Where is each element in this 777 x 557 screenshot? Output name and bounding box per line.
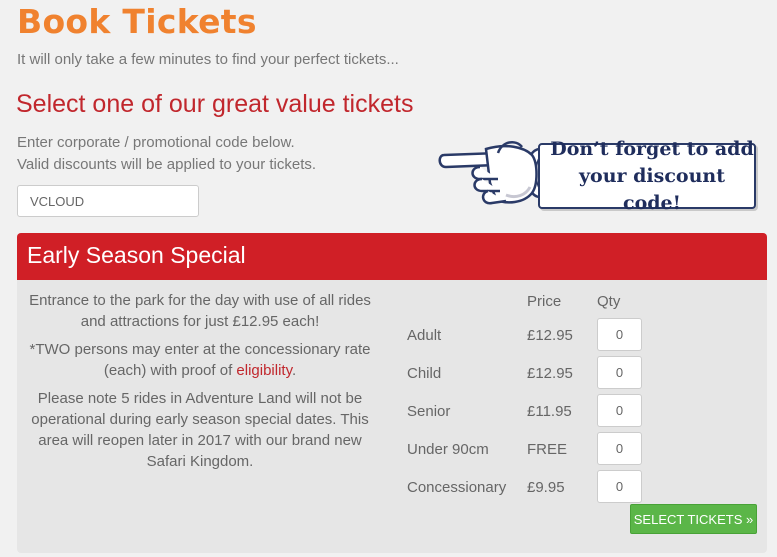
ticket-price: £12.95 bbox=[527, 365, 573, 382]
ticket-type-label: Senior bbox=[407, 403, 451, 420]
ticket-panel-title: Early Season Special bbox=[17, 233, 767, 280]
ticket-row: Adult £12.95 bbox=[407, 318, 657, 356]
ticket-price: £12.95 bbox=[527, 327, 573, 344]
qty-input[interactable] bbox=[597, 470, 642, 503]
ticket-price: FREE bbox=[527, 441, 568, 458]
page-title: Book Tickets bbox=[17, 2, 257, 41]
promo-help-line: Valid discounts will be applied to your … bbox=[17, 156, 317, 173]
ticket-row: Child £12.95 bbox=[407, 356, 657, 394]
description-text: . bbox=[291, 362, 297, 379]
ticket-type-label: Under 90cm bbox=[407, 441, 489, 458]
ticket-description: Entrance to the park for the day with us… bbox=[23, 290, 377, 479]
ticket-row: Concessionary £9.95 bbox=[407, 470, 657, 508]
description-paragraph: Entrance to the park for the day with us… bbox=[29, 292, 371, 330]
promo-help-text: Enter corporate / promotional code below… bbox=[17, 132, 316, 176]
promo-code-input[interactable] bbox=[17, 185, 199, 217]
discount-callout: Don’t forget to add your discount code! bbox=[436, 133, 766, 223]
ticket-panel: Early Season Special Entrance to the par… bbox=[17, 233, 767, 553]
qty-input[interactable] bbox=[597, 432, 642, 465]
qty-input[interactable] bbox=[597, 394, 642, 427]
ticket-type-label: Concessionary bbox=[407, 479, 507, 496]
discount-callout-box: Don’t forget to add your discount code! bbox=[538, 138, 756, 214]
ticket-row: Senior £11.95 bbox=[407, 394, 657, 432]
ticket-price: £9.95 bbox=[527, 479, 565, 496]
ticket-price: £11.95 bbox=[527, 403, 572, 420]
price-column-header: Price bbox=[527, 293, 562, 310]
select-tickets-button[interactable]: SELECT TICKETS » bbox=[630, 504, 757, 534]
description-text: *TWO persons may enter at the concession… bbox=[29, 341, 371, 379]
page-subtitle: It will only take a few minutes to find … bbox=[17, 51, 399, 68]
ticket-type-label: Child bbox=[407, 365, 442, 382]
qty-column-header: Qty bbox=[597, 293, 621, 310]
description-paragraph: Please note 5 rides in Adventure Land wi… bbox=[31, 390, 369, 470]
ticket-section-heading: Select one of our great value tickets bbox=[16, 90, 414, 118]
callout-line: your discount code! bbox=[579, 164, 725, 214]
description-paragraph: *TWO persons may enter at the concession… bbox=[23, 339, 377, 381]
eligibility-link[interactable]: eligibility bbox=[236, 362, 292, 379]
callout-line: Don’t forget to add bbox=[550, 137, 754, 160]
ticket-type-label: Adult bbox=[407, 327, 442, 344]
ticket-row: Under 90cm FREE bbox=[407, 432, 657, 470]
promo-help-line: Enter corporate / promotional code below… bbox=[17, 134, 295, 151]
qty-input[interactable] bbox=[597, 356, 642, 389]
qty-input[interactable] bbox=[597, 318, 642, 351]
